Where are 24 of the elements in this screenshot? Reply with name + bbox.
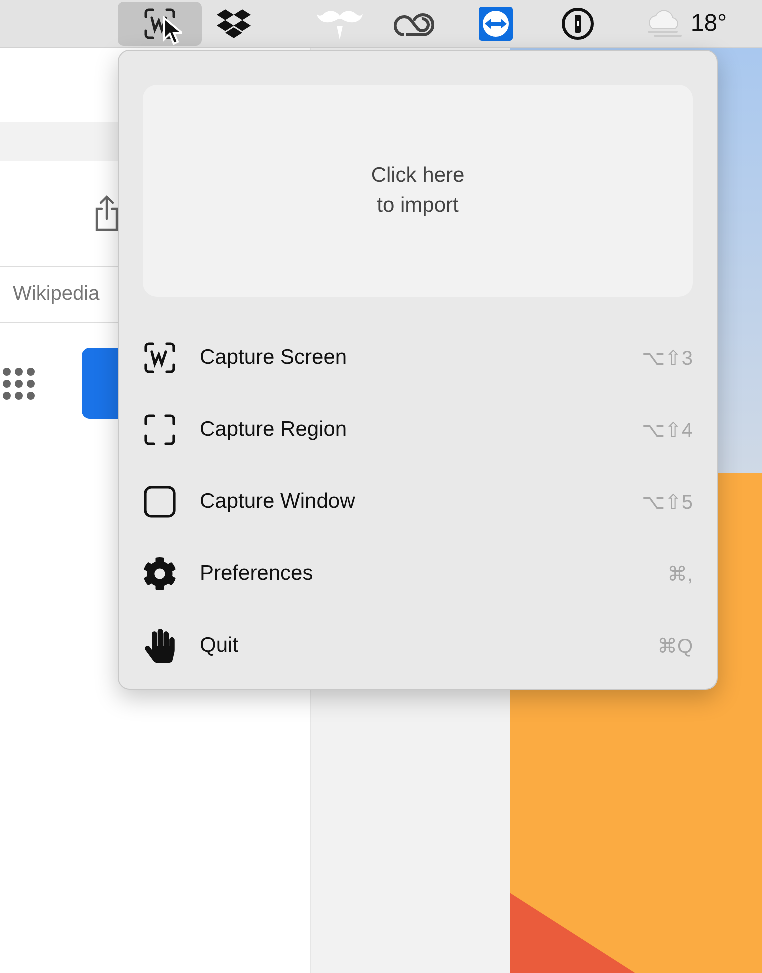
keyboard-shortcut: ⌘Q: [657, 634, 693, 658]
cursor-icon: [162, 16, 182, 46]
menu-bar-item[interactable]: [118, 2, 202, 46]
menu-bar-item[interactable]: 18°: [636, 2, 736, 46]
capture-screen-icon: [143, 341, 177, 375]
dropbox-icon: [217, 6, 251, 40]
menu-item[interactable]: Preferences: [200, 562, 668, 586]
window-square-icon: [143, 485, 177, 519]
region-corners-icon: [143, 413, 177, 447]
keyboard-shortcut: ⌥⇧5: [642, 490, 693, 514]
keyboard-shortcut: ⌥⇧3: [642, 346, 693, 370]
apps-grid-icon: [2, 366, 36, 400]
keyboard-shortcut: ⌘,: [667, 562, 693, 586]
import-area[interactable]: Click here to import: [143, 85, 693, 297]
menu-item[interactable]: Capture Window: [200, 490, 642, 514]
menu-item[interactable]: Quit: [200, 634, 658, 658]
keyboard-shortcut: ⌥⇧4: [642, 418, 693, 442]
share-icon: [94, 194, 120, 232]
capture-icon: [143, 6, 177, 40]
settings-icon: [143, 557, 177, 591]
menu-item[interactable]: Capture Screen: [200, 346, 642, 370]
keyhole-icon: [561, 6, 595, 40]
hand-icon: [143, 629, 177, 663]
menu-item[interactable]: Capture Region: [200, 418, 642, 442]
